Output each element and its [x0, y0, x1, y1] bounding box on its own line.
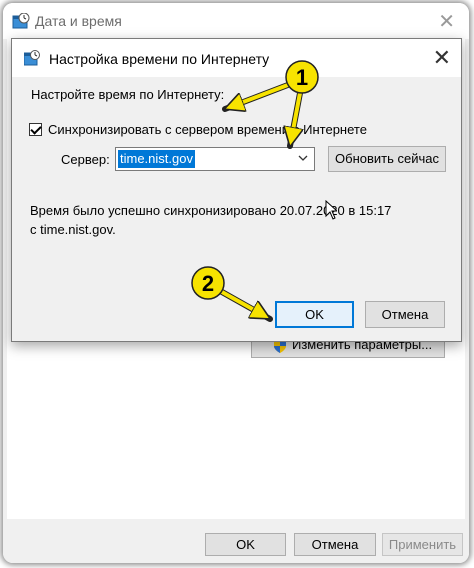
server-select[interactable]: time.nist.gov — [115, 147, 315, 171]
chevron-down-icon[interactable] — [298, 153, 308, 163]
ok-button[interactable]: OK — [205, 533, 286, 556]
date-time-titlebar: Дата и время ✕ — [3, 3, 469, 39]
close-icon[interactable]: ✕ — [438, 9, 455, 34]
dialog-title: Настройка времени по Интернету — [49, 51, 270, 67]
sync-status-text: Время было успешно синхронизировано 20.0… — [30, 203, 392, 237]
apply-button[interactable]: Применить — [382, 533, 463, 556]
server-value[interactable]: time.nist.gov — [118, 150, 195, 168]
clock-calendar-icon — [24, 50, 40, 66]
server-label: Сервер: — [61, 152, 110, 167]
sync-checkbox[interactable] — [29, 122, 42, 136]
dialog-heading: Настройте время по Интернету: — [31, 87, 225, 102]
window-title: Дата и время — [35, 13, 122, 29]
sync-checkbox-row[interactable]: Синхронизировать с сервером времени в Ин… — [29, 121, 367, 137]
screenshot-frame: Дата и время ✕ Изменить параметры... OK … — [3, 3, 469, 563]
cancel-button[interactable]: Отмена — [294, 533, 376, 556]
internet-time-dialog: Настройка времени по Интернету ✕ Настрой… — [11, 38, 462, 342]
cancel-button[interactable]: Отмена — [365, 301, 445, 328]
update-now-button[interactable]: Обновить сейчас — [328, 146, 446, 172]
sync-checkbox-label[interactable]: Синхронизировать с сервером времени в Ин… — [48, 122, 367, 137]
close-icon[interactable]: ✕ — [433, 45, 451, 71]
dialog-titlebar: Настройка времени по Интернету ✕ — [12, 39, 461, 77]
mouse-cursor-icon — [325, 200, 337, 220]
ok-button[interactable]: OK — [275, 301, 354, 328]
clock-calendar-icon — [12, 13, 30, 29]
